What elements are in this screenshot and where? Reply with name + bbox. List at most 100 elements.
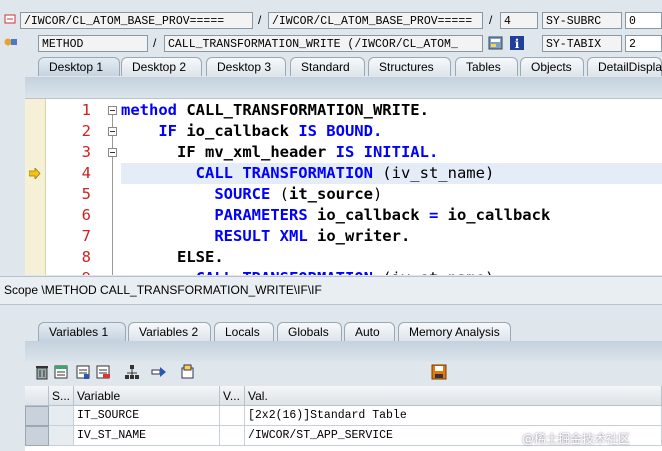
tab-desktop-1[interactable]: Desktop 1: [38, 57, 120, 76]
grid-header-status[interactable]: S...: [49, 386, 74, 406]
program-field[interactable]: /IWCOR/CL_ATOM_BASE_PROV=====: [20, 12, 253, 29]
sysvar-value-field-2[interactable]: 2: [625, 35, 662, 52]
include-field[interactable]: /IWCOR/CL_ATOM_BASE_PROV=====: [268, 12, 483, 29]
grid-header-select: [25, 386, 49, 406]
info-icon[interactable]: i: [509, 35, 525, 51]
line-number: 3: [81, 143, 91, 161]
code-token: CALL_TRANSFORMATION_WRITE.: [186, 101, 429, 119]
tab-structures[interactable]: Structures: [368, 57, 451, 76]
scope-text: Scope \METHOD CALL_TRANSFORMATION_WRITE\…: [4, 283, 322, 297]
tab-standard[interactable]: Standard: [290, 57, 365, 76]
code-line[interactable]: 8 ELSE.: [25, 247, 662, 268]
kind-field[interactable]: METHOD: [38, 35, 148, 52]
code-line[interactable]: 5 SOURCE (it_source): [25, 184, 662, 205]
tab-desktop-3[interactable]: Desktop 3: [206, 57, 286, 76]
code-keyword: CALL TRANSFORMATION: [196, 269, 383, 275]
tab-locals[interactable]: Locals: [214, 322, 274, 341]
save-icon[interactable]: [431, 364, 447, 380]
tab-objects[interactable]: Objects: [520, 57, 584, 76]
code-keyword: IF: [158, 122, 187, 140]
grid-header-value[interactable]: Val.: [245, 386, 662, 406]
table-row-variable[interactable]: IT_SOURCE: [74, 406, 220, 426]
code-token: io_callback: [447, 206, 551, 224]
navigate-icon[interactable]: [151, 364, 167, 380]
line-number-field[interactable]: 4: [500, 12, 538, 29]
hierarchy-icon[interactable]: [124, 364, 140, 380]
line-number: 1: [81, 101, 91, 119]
grid-header-variable[interactable]: Variable: [74, 386, 220, 406]
variables-toolbar: [25, 362, 662, 382]
line-number: 5: [81, 185, 91, 203]
method-kind-icon: [4, 36, 18, 48]
code-token: IF mv_xml_header: [177, 143, 336, 161]
table-row-status: [49, 406, 74, 426]
code-line[interactable]: 9 CALL TRANSFORMATION (iv_st_name): [25, 268, 662, 275]
separator: /: [258, 13, 262, 27]
tab-variables-2[interactable]: Variables 2: [128, 322, 211, 341]
method-name-field[interactable]: CALL_TRANSFORMATION_WRITE (/IWCOR/CL_ATO…: [164, 35, 483, 52]
code-line[interactable]: 2 IF io_callback IS BOUND.: [25, 121, 662, 142]
code-keyword: PARAMETERS: [214, 206, 317, 224]
breakpoint-mark-icon: [4, 13, 16, 24]
tab-memory-analysis[interactable]: Memory Analysis: [398, 322, 511, 341]
code-text: PARAMETERS io_callback = io_callback: [121, 205, 550, 226]
row-selector[interactable]: [25, 426, 49, 446]
code-keyword: IS INITIAL.: [335, 143, 439, 161]
line-number: 4: [81, 164, 91, 182]
code-keyword: IS BOUND.: [298, 122, 383, 140]
variables-tabbar: Variables 1 Variables 2 Locals Globals A…: [0, 322, 662, 342]
scope-bar: Scope \METHOD CALL_TRANSFORMATION_WRITE\…: [0, 276, 662, 305]
desktop-tabbar: Desktop 1 Desktop 2 Desktop 3 Standard S…: [0, 57, 662, 77]
tab-tables[interactable]: Tables: [455, 57, 518, 76]
tab-globals[interactable]: Globals: [277, 322, 342, 341]
line-number: 7: [81, 227, 91, 245]
table-row-variable[interactable]: IV_ST_NAME: [74, 426, 220, 446]
separator: /: [489, 13, 493, 27]
row-selector[interactable]: [25, 406, 49, 426]
line-number: 8: [81, 248, 91, 266]
line-number: 6: [81, 206, 91, 224]
delete-icon[interactable]: [34, 364, 50, 380]
code-token: (iv_st_name): [382, 269, 494, 275]
code-text: IF io_callback IS BOUND.: [121, 121, 382, 142]
display-object-icon[interactable]: [180, 364, 196, 380]
sysvar-name-field-2[interactable]: SY-TABIX: [542, 35, 622, 52]
source-code-editor[interactable]: 1 method CALL_TRANSFORMATION_WRITE. 2 IF i…: [25, 98, 662, 275]
code-line[interactable]: 1 method CALL_TRANSFORMATION_WRITE.: [25, 100, 662, 121]
code-line[interactable]: 7 RESULT XML io_writer.: [25, 226, 662, 247]
insert-row-icon[interactable]: [53, 364, 69, 380]
code-keyword: SOURCE: [214, 185, 280, 203]
tab-variables-1[interactable]: Variables 1: [38, 322, 126, 341]
code-keyword: CALL TRANSFORMATION: [195, 164, 383, 182]
table-row-v: [220, 406, 245, 426]
code-text: CALL TRANSFORMATION (iv_st_name): [121, 163, 495, 184]
code-token: io_writer.: [316, 227, 411, 245]
code-line[interactable]: 6 PARAMETERS io_callback = io_callback: [25, 205, 662, 226]
table-row-value[interactable]: [2x2(16)]Standard Table: [245, 406, 662, 426]
code-keyword: =: [428, 206, 448, 224]
grid-header-v[interactable]: V...: [220, 386, 245, 406]
delete-variable-icon[interactable]: [95, 364, 111, 380]
table-row-v: [220, 426, 245, 446]
sysvar-value-field-1[interactable]: 0: [625, 12, 662, 29]
code-text: ELSE.: [121, 247, 224, 268]
code-token: io_callback: [186, 122, 299, 140]
tab-desktop-2[interactable]: Desktop 2: [121, 57, 202, 76]
tab-detail-display[interactable]: DetailDisplay: [587, 57, 662, 76]
insert-variable-icon[interactable]: [75, 364, 91, 380]
code-text: method CALL_TRANSFORMATION_WRITE.: [121, 100, 429, 121]
code-text: SOURCE (it_source): [121, 184, 382, 205]
tab-auto[interactable]: Auto: [344, 322, 395, 341]
sysvar-name-field-1[interactable]: SY-SUBRC: [542, 12, 622, 29]
code-line[interactable]: 3 IF mv_xml_header IS INITIAL.: [25, 142, 662, 163]
display-source-icon[interactable]: [488, 35, 504, 51]
code-line[interactable]: 4 CALL TRANSFORMATION (iv_st_name): [25, 163, 662, 184]
tab-body-strip: [25, 77, 662, 98]
